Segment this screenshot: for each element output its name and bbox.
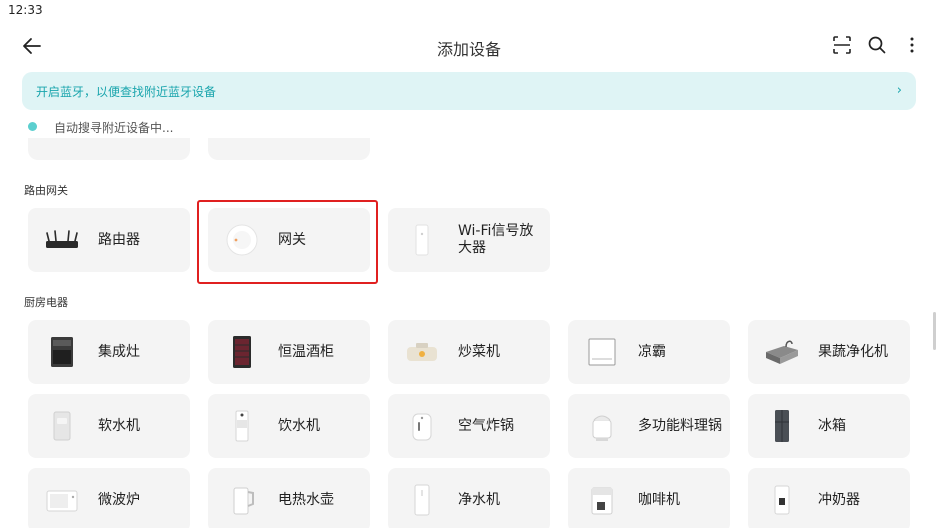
device-label: Wi-Fi信号放大器 (458, 223, 534, 256)
scan-status-text: 自动搜寻附近设备中... (54, 121, 174, 135)
device-label: 多功能料理锅 (638, 417, 722, 434)
scrollbar-thumb[interactable] (933, 312, 936, 350)
device-card-wine-cabinet[interactable]: 恒温酒柜 (208, 320, 370, 384)
selection-highlight (197, 200, 378, 284)
air-fryer-icon (412, 413, 432, 441)
device-card-partial[interactable] (208, 138, 370, 160)
water-dispenser-icon (235, 410, 249, 442)
device-label: 咖啡机 (638, 491, 680, 508)
device-label: 微波炉 (98, 491, 140, 508)
device-card-integrated-stove[interactable]: 集成灶 (28, 320, 190, 384)
device-card-kettle[interactable]: 电热水壶 (208, 468, 370, 528)
status-time: 12:33 (8, 3, 43, 17)
device-card-water-purifier[interactable]: 净水机 (388, 468, 550, 528)
bluetooth-banner-text: 开启蓝牙，以便查找附近蓝牙设备 (36, 85, 217, 99)
device-label: 净水机 (458, 491, 500, 508)
device-card-multi-cooker[interactable]: 多功能料理锅 (568, 394, 730, 458)
device-label: 冲奶器 (818, 491, 860, 508)
section-title-router-gateway: 路由网关 (24, 184, 68, 197)
device-label: 凉霸 (638, 343, 666, 360)
microwave-icon (46, 490, 78, 512)
chevron-right-icon: › (896, 83, 902, 98)
produce-purifier-icon (766, 340, 798, 364)
section-title-kitchen: 厨房电器 (24, 296, 68, 309)
search-icon[interactable] (866, 34, 888, 56)
device-label: 冰箱 (818, 417, 846, 434)
router-icon (46, 230, 78, 248)
page-title: 添加设备 (436, 40, 501, 59)
device-card-water-dispenser[interactable]: 饮水机 (208, 394, 370, 458)
fridge-icon (775, 410, 789, 442)
milk-maker-icon (774, 485, 790, 515)
device-label: 炒菜机 (458, 343, 500, 360)
device-card-cooler[interactable]: 凉霸 (568, 320, 730, 384)
device-label: 饮水机 (278, 417, 320, 434)
device-card-router[interactable]: 路由器 (28, 208, 190, 272)
device-label: 软水机 (98, 417, 140, 434)
device-label: 空气炸锅 (458, 417, 514, 434)
scan-icon[interactable] (831, 34, 853, 56)
device-card-milk-maker[interactable]: 冲奶器 (748, 468, 910, 528)
more-icon[interactable] (901, 34, 923, 56)
device-card-produce-purifier[interactable]: 果蔬净化机 (748, 320, 910, 384)
device-card-wifi-extender[interactable]: Wi-Fi信号放大器 (388, 208, 550, 272)
device-label: 路由器 (98, 231, 140, 248)
device-label: 电热水壶 (278, 491, 334, 508)
multi-cooker-icon (592, 415, 612, 441)
device-label: 果蔬净化机 (818, 343, 888, 360)
water-softener-icon (53, 411, 71, 441)
top-bar: 添加设备 (0, 28, 938, 64)
cooler-icon (588, 338, 616, 366)
scanning-dot-icon (28, 122, 37, 131)
device-card-microwave[interactable]: 微波炉 (28, 468, 190, 528)
wine-cabinet-icon (233, 336, 251, 368)
kettle-icon (233, 487, 254, 515)
device-label: 恒温酒柜 (278, 343, 334, 360)
coffee-machine-icon (591, 487, 613, 515)
device-card-partial[interactable] (28, 138, 190, 160)
device-card-cooking-machine[interactable]: 炒菜机 (388, 320, 550, 384)
cooking-machine-icon (407, 343, 437, 361)
bluetooth-banner[interactable]: 开启蓝牙，以便查找附近蓝牙设备 › (22, 72, 916, 110)
device-card-fridge[interactable]: 冰箱 (748, 394, 910, 458)
device-card-coffee-machine[interactable]: 咖啡机 (568, 468, 730, 528)
device-card-water-softener[interactable]: 软水机 (28, 394, 190, 458)
device-label: 集成灶 (98, 343, 140, 360)
water-purifier-icon (414, 484, 430, 516)
integrated-stove-icon (51, 337, 73, 367)
wifi-extender-icon (415, 224, 429, 256)
device-card-air-fryer[interactable]: 空气炸锅 (388, 394, 550, 458)
